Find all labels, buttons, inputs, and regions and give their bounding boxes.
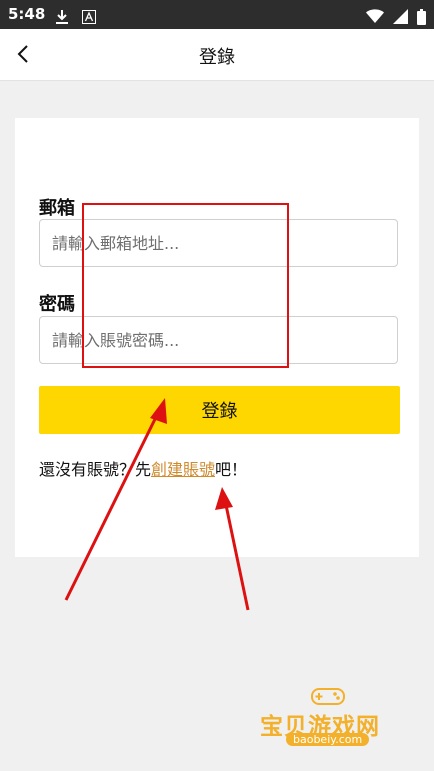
gamepad-icon [311, 688, 345, 705]
status-notification-icons [55, 6, 97, 25]
status-bar: 5:48 [0, 0, 434, 29]
font-icon [82, 9, 97, 24]
page-title: 登錄 [199, 47, 235, 68]
status-time: 5:48 [8, 5, 46, 23]
signup-suffix: 吧！ [215, 460, 248, 479]
signal-icon [392, 9, 408, 24]
email-label: 郵箱 [39, 198, 75, 219]
signup-prefix: 還沒有賬號？先 [39, 460, 152, 479]
login-card: 郵箱 密碼 登錄 還沒有賬號？先創建賬號吧！ [15, 118, 419, 557]
wifi-icon [365, 9, 384, 23]
watermark-logo: 宝贝游戏网 baobeiy.com [260, 683, 410, 753]
login-button[interactable]: 登錄 [39, 386, 400, 434]
download-icon [56, 9, 68, 24]
status-system-icons [365, 6, 426, 25]
password-field[interactable] [39, 316, 398, 364]
password-label: 密碼 [39, 294, 75, 315]
signup-prompt: 還沒有賬號？先創建賬號吧！ [39, 456, 247, 480]
email-field[interactable] [39, 219, 398, 267]
app-bar: 登錄 [0, 29, 434, 81]
create-account-link[interactable]: 創建賬號 [151, 460, 215, 479]
battery-icon [417, 8, 426, 25]
watermark-url: baobeiy.com [286, 733, 370, 746]
